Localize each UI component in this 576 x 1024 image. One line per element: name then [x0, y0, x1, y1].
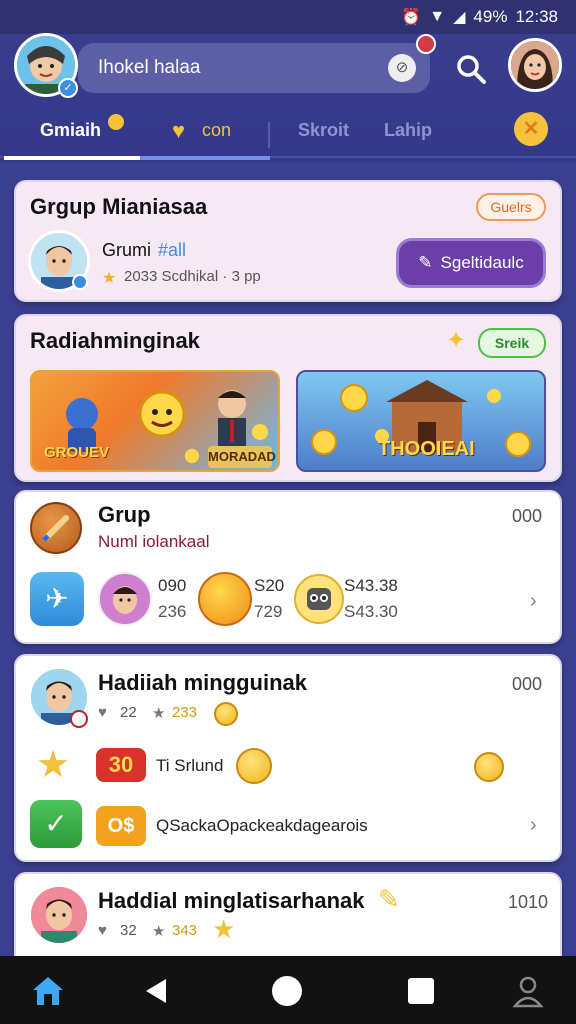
grup-count: 000 [512, 506, 543, 526]
last-card-avatar [28, 884, 90, 946]
last-card-title: Haddial minglatisarhanak [98, 888, 365, 913]
stat-3-top: S43.38 [344, 576, 398, 595]
stat-avatar-1 [98, 572, 152, 626]
status-bar: ⏰ ▼ ◢ 49% 12:38 [0, 0, 576, 34]
reward-label: Ti Srlund [156, 756, 224, 775]
home-button-icon[interactable] [272, 976, 302, 1006]
clock: 12:38 [515, 7, 558, 26]
last-card-likes: 32 [120, 922, 137, 939]
stat-1-top: 090 [158, 576, 187, 595]
tab-gmiaih[interactable]: Gmiaih [40, 120, 101, 141]
notification-badge-icon [416, 34, 436, 54]
heart-outline-icon-2: ♥ [98, 922, 107, 939]
hadiah-count: 000 [512, 674, 543, 694]
back-icon[interactable] [142, 976, 172, 1006]
battery-text: 49% [473, 7, 508, 26]
star-outline-icon-2: ★ [152, 923, 166, 940]
search-icon[interactable] [454, 52, 488, 86]
group-meta: 2033 Scdhikal · 3 pp [124, 268, 261, 285]
stat-2-top: S20 [254, 576, 285, 595]
star-gold-icon: ★ [212, 914, 236, 944]
heart-outline-icon: ♥ [98, 704, 107, 721]
star-reward-icon: ★ [36, 744, 71, 786]
coin-side-icon [474, 752, 504, 782]
hadiah-card-title: Hadiiah mingguinak [98, 670, 308, 695]
banner-left-tag: MORADAD [208, 446, 276, 468]
pencil-gold-icon: ✎ [378, 884, 400, 914]
last-card-stars: 343 [172, 922, 198, 939]
tab-con[interactable]: con [202, 120, 231, 141]
last-card-count: 1010 [508, 892, 549, 912]
banner-left-label: GROUEV [44, 444, 110, 461]
group-badge-button[interactable]: Guelrs [476, 193, 546, 221]
clock-badge-icon [70, 710, 88, 728]
search-text: Ihokel halaa [98, 57, 201, 78]
grup-card-subtitle: Numl iolankaal [98, 532, 210, 551]
rocket-icon: ✎ [418, 253, 433, 272]
ticket-icon: ✈ [30, 572, 84, 626]
banner-right-label: THOOIEAI [378, 438, 475, 460]
grup-card-title: Grup [98, 502, 151, 527]
hadiah-likes: 22 [120, 704, 137, 721]
star-icon: ★ [102, 270, 117, 287]
stat-3-bottom: S43.30 [344, 602, 398, 621]
group-action-button[interactable]: ✎ Sgeltidaulc [396, 238, 546, 288]
wifi-icon: ▼ [429, 8, 446, 25]
group-action-label: Sgeltidaulc [440, 253, 524, 272]
verified-badge-icon: ✓ [58, 78, 78, 98]
chevron-right-icon-2[interactable]: › [530, 814, 537, 837]
alarm-icon: ⏰ [401, 9, 422, 26]
group-user-tag: #all [158, 240, 187, 260]
signal-icon: ◢ [453, 9, 466, 26]
tab-indicator-secondary [140, 156, 270, 160]
tab-indicator-active [4, 156, 140, 160]
sun-face-icon [198, 572, 252, 626]
heart-icon: ♥ [172, 118, 186, 143]
recents-icon[interactable] [408, 978, 434, 1004]
stat-1-bottom: 236 [158, 602, 187, 621]
rewards-badge-button[interactable]: Sreik [478, 328, 546, 358]
chevron-right-icon[interactable]: › [530, 590, 537, 613]
sparkle-icon: ✦ [446, 327, 467, 354]
search-input[interactable]: Ihokel halaa [78, 43, 430, 93]
clear-search-icon[interactable]: ⊘ [388, 54, 416, 82]
account-icon[interactable] [512, 974, 544, 1008]
package-icon: O$ [96, 806, 146, 846]
hadiah-stars: 233 [172, 704, 198, 721]
group-user-name: Grumi [102, 240, 151, 260]
verified-icon [72, 274, 88, 290]
close-icon[interactable]: ✕ [514, 112, 548, 146]
stat-2-bottom: 729 [254, 602, 283, 621]
user-avatar[interactable] [508, 38, 562, 92]
coin-icon [214, 702, 238, 726]
home-icon[interactable] [30, 974, 66, 1008]
robot-avatar-icon [294, 574, 344, 624]
star-outline-icon: ★ [152, 705, 166, 722]
pencil-icon [30, 502, 82, 554]
tab-lahip[interactable]: Lahip [384, 120, 432, 141]
reward-value-badge: 30 [96, 748, 146, 782]
rewards-card-title: Radiahminginak [30, 328, 200, 353]
star-badge-icon [108, 114, 124, 130]
item-label: QSackaOpackeakdagearois [156, 816, 368, 835]
group-card-title: Grgup Mianiasaa [30, 194, 208, 219]
tab-skroit[interactable]: Skroit [298, 120, 349, 141]
checkmark-icon: ✓ [30, 800, 82, 848]
tab-separator [268, 122, 270, 148]
coin-large-icon [236, 748, 272, 784]
grup-card [14, 490, 562, 644]
